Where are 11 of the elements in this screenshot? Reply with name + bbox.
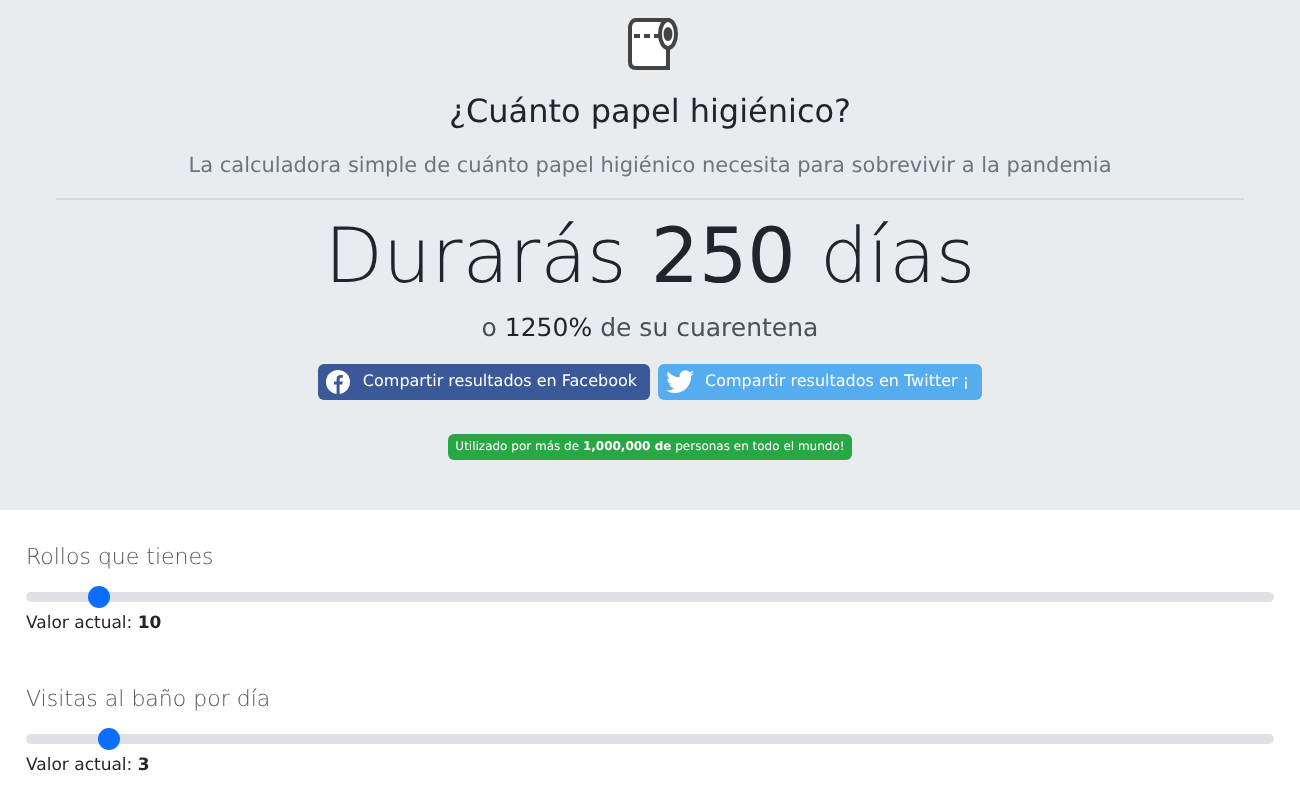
current-value: Valor actual: 3 xyxy=(26,753,152,779)
subtitle: La calculadora simple de cuánto papel higiénico necesita para sobrevivir a la pandemia xyxy=(186,152,1114,182)
slider-label: Visitas al baño por día xyxy=(26,684,273,717)
quarantine-percent: o 1250% de su cuarentena xyxy=(479,310,821,347)
page-title: ¿Cuánto papel higiénico? xyxy=(446,90,854,134)
bird-icon xyxy=(665,370,693,395)
current-value: Valor actual: 10 xyxy=(26,611,164,637)
slider-label: Rollos que tienes xyxy=(26,542,216,574)
facebook-icon xyxy=(326,370,351,395)
share-button[interactable]: Compartir resultados en Facebook xyxy=(318,364,649,401)
result-heading: Durarás 250 días xyxy=(322,211,978,303)
